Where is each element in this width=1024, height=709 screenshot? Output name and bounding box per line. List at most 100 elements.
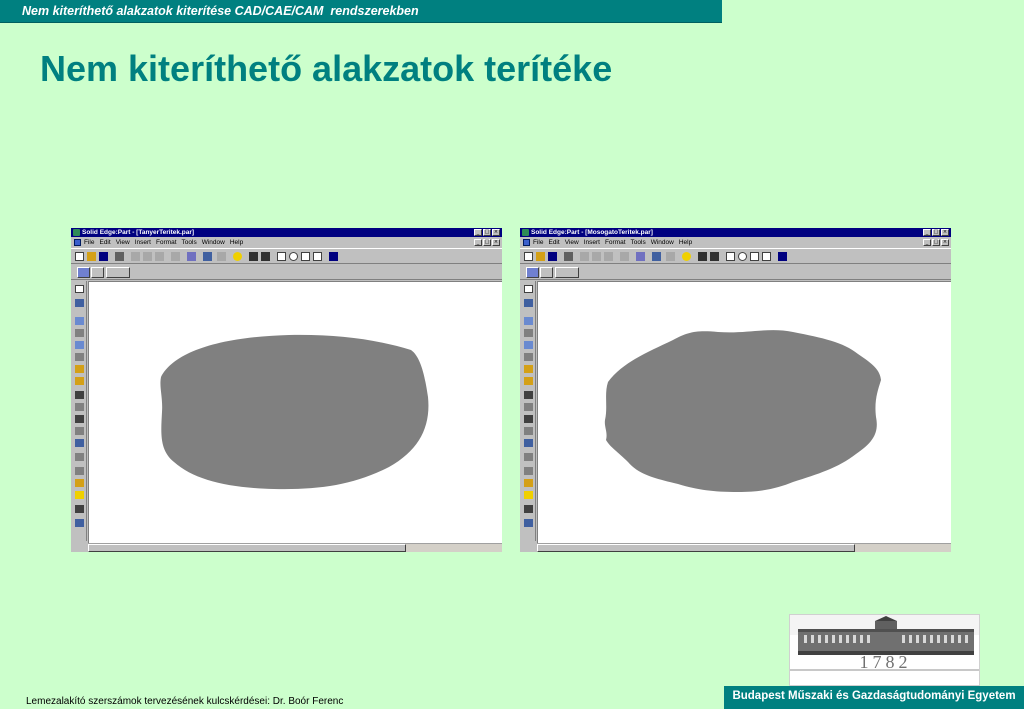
mode-button[interactable] — [106, 267, 130, 278]
save-icon[interactable] — [99, 252, 108, 261]
doc-restore-icon[interactable]: □ — [483, 239, 491, 246]
fit-icon[interactable] — [301, 252, 310, 261]
menu-window[interactable]: Window — [202, 237, 225, 248]
hole-icon[interactable] — [524, 365, 533, 373]
shell-icon[interactable] — [75, 391, 84, 399]
new-icon[interactable] — [524, 252, 533, 261]
round-icon[interactable] — [75, 377, 84, 385]
menu-edit[interactable]: Edit — [99, 237, 110, 248]
menu-file[interactable]: File — [533, 237, 543, 248]
help-icon[interactable] — [778, 252, 787, 261]
draft-icon[interactable] — [75, 439, 84, 447]
pattern-icon[interactable] — [75, 415, 84, 423]
rotate-icon[interactable] — [710, 252, 719, 261]
select-tool-icon[interactable] — [75, 285, 84, 293]
scrollbar-thumb[interactable] — [88, 544, 406, 552]
sketch-tool-icon[interactable] — [524, 299, 533, 307]
rib-icon[interactable] — [524, 403, 533, 411]
rotate-icon[interactable] — [261, 252, 270, 261]
menu-format[interactable]: Format — [605, 237, 626, 248]
menu-window[interactable]: Window — [651, 237, 674, 248]
close-icon[interactable]: × — [492, 229, 500, 236]
copy-icon[interactable] — [592, 252, 601, 261]
view-icon[interactable] — [203, 252, 212, 261]
open-icon[interactable] — [536, 252, 545, 261]
feature-library-icon[interactable] — [524, 479, 533, 487]
cut-icon[interactable] — [131, 252, 140, 261]
reference-icon[interactable] — [524, 467, 533, 475]
measure-icon[interactable] — [75, 519, 84, 527]
zoom-area-icon[interactable] — [277, 252, 286, 261]
hole-icon[interactable] — [75, 365, 84, 373]
doc-close-icon[interactable]: × — [941, 239, 949, 246]
select-icon[interactable] — [666, 252, 675, 261]
mirror-icon[interactable] — [524, 427, 533, 435]
paste-icon[interactable] — [155, 252, 164, 261]
zoom-icon[interactable] — [289, 252, 298, 261]
select-icon[interactable] — [217, 252, 226, 261]
draft-icon[interactable] — [524, 439, 533, 447]
relations-icon[interactable] — [75, 505, 84, 513]
mirror-icon[interactable] — [75, 427, 84, 435]
feature-library-icon[interactable] — [75, 479, 84, 487]
shade-icon[interactable] — [233, 252, 242, 261]
doc-restore-icon[interactable]: □ — [932, 239, 940, 246]
pan-icon[interactable] — [762, 252, 771, 261]
sweep-icon[interactable] — [524, 341, 533, 349]
mode-button[interactable] — [555, 267, 579, 278]
menu-edit[interactable]: Edit — [548, 237, 559, 248]
plane-icon[interactable] — [75, 453, 84, 461]
zoom-area-icon[interactable] — [726, 252, 735, 261]
menu-help[interactable]: Help — [679, 237, 692, 248]
menu-help[interactable]: Help — [230, 237, 243, 248]
sketch-icon[interactable] — [91, 267, 104, 278]
paste-icon[interactable] — [604, 252, 613, 261]
maximize-icon[interactable]: □ — [932, 229, 940, 236]
axes-icon[interactable] — [698, 252, 707, 261]
doc-minimize-icon[interactable]: _ — [474, 239, 482, 246]
cut-icon[interactable] — [580, 252, 589, 261]
measure-icon[interactable] — [524, 519, 533, 527]
menu-insert[interactable]: Insert — [135, 237, 151, 248]
note-icon[interactable] — [75, 491, 84, 499]
axes-icon[interactable] — [249, 252, 258, 261]
undo-icon[interactable] — [171, 252, 180, 261]
doc-minimize-icon[interactable]: _ — [923, 239, 931, 246]
round-icon[interactable] — [524, 377, 533, 385]
horizontal-scrollbar[interactable] — [537, 543, 951, 552]
revolve-icon[interactable] — [75, 329, 84, 337]
minimize-icon[interactable]: _ — [923, 229, 931, 236]
part-icon[interactable] — [77, 267, 90, 278]
drawing-canvas[interactable] — [88, 281, 502, 543]
relations-icon[interactable] — [524, 505, 533, 513]
menu-insert[interactable]: Insert — [584, 237, 600, 248]
menu-tools[interactable]: Tools — [182, 237, 197, 248]
open-icon[interactable] — [87, 252, 96, 261]
scrollbar-thumb[interactable] — [537, 544, 855, 552]
part-icon[interactable] — [526, 267, 539, 278]
zoom-icon[interactable] — [738, 252, 747, 261]
pan-icon[interactable] — [313, 252, 322, 261]
minimize-icon[interactable]: _ — [474, 229, 482, 236]
protrusion-icon[interactable] — [75, 317, 84, 325]
maximize-icon[interactable]: □ — [483, 229, 491, 236]
drawing-canvas[interactable] — [537, 281, 951, 543]
save-icon[interactable] — [548, 252, 557, 261]
sketch-icon[interactable] — [540, 267, 553, 278]
undo-icon[interactable] — [620, 252, 629, 261]
print-icon[interactable] — [115, 252, 124, 261]
rib-icon[interactable] — [75, 403, 84, 411]
revolve-icon[interactable] — [524, 329, 533, 337]
menu-file[interactable]: File — [84, 237, 94, 248]
menu-tools[interactable]: Tools — [631, 237, 646, 248]
new-icon[interactable] — [75, 252, 84, 261]
note-icon[interactable] — [524, 491, 533, 499]
document-icon[interactable] — [74, 239, 81, 246]
protrusion-icon[interactable] — [524, 317, 533, 325]
menu-format[interactable]: Format — [156, 237, 177, 248]
reference-icon[interactable] — [75, 467, 84, 475]
menu-view[interactable]: View — [565, 237, 579, 248]
properties-icon[interactable] — [636, 252, 645, 261]
document-icon[interactable] — [523, 239, 530, 246]
view-icon[interactable] — [652, 252, 661, 261]
